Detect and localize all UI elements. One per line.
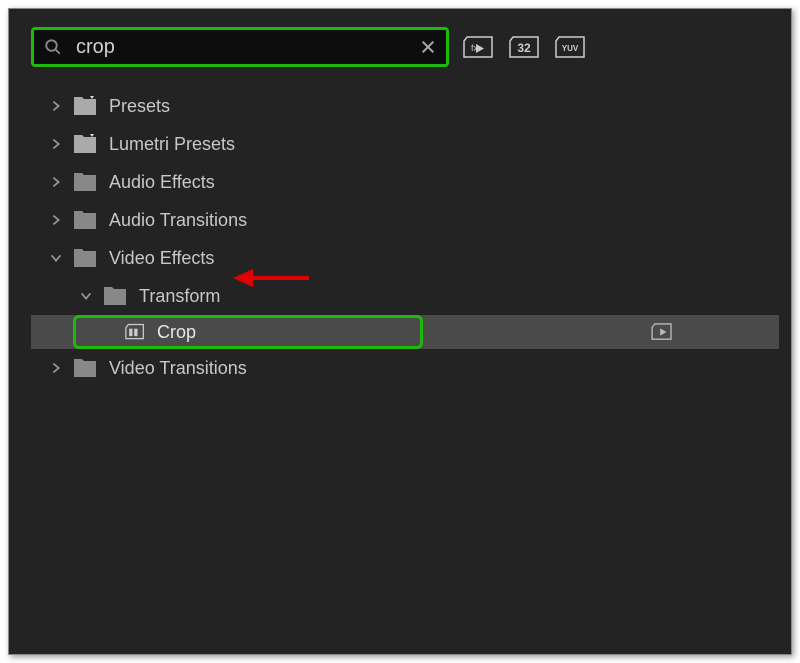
accelerated-effects-icon[interactable]: fx (463, 35, 495, 59)
chevron-down-icon (79, 289, 93, 303)
effects-tree: Presets Lumetri Presets Audio Effects Au… (31, 87, 779, 387)
tree-label: Video Effects (109, 248, 214, 269)
effects-panel: fx 32 YUV Prese (8, 8, 792, 655)
accelerated-badge-icon (651, 323, 673, 341)
chevron-right-icon (49, 137, 63, 151)
svg-text:fx: fx (471, 43, 479, 53)
svg-text:32: 32 (517, 41, 531, 55)
chevron-right-icon (49, 361, 63, 375)
folder-icon (103, 286, 127, 306)
folder-icon (73, 358, 97, 378)
folder-icon (73, 248, 97, 268)
top-toolbar: fx 32 YUV (31, 27, 779, 67)
tree-label: Transform (139, 286, 220, 307)
chevron-right-icon (49, 175, 63, 189)
chevron-right-icon (49, 213, 63, 227)
tree-item-audio-effects[interactable]: Audio Effects (31, 163, 779, 201)
clear-search-icon[interactable] (420, 39, 436, 55)
tree-item-audio-transitions[interactable]: Audio Transitions (31, 201, 779, 239)
tree-item-crop[interactable]: Crop (31, 315, 779, 349)
filter-icons: fx 32 YUV (463, 35, 587, 59)
yuv-effects-icon[interactable]: YUV (555, 35, 587, 59)
preset-folder-icon (73, 96, 97, 116)
folder-icon (73, 172, 97, 192)
tree-item-video-effects[interactable]: Video Effects (31, 239, 779, 277)
chevron-down-icon (49, 251, 63, 265)
tree-label: Audio Transitions (109, 210, 247, 231)
tree-label: Presets (109, 96, 170, 117)
32bit-effects-icon[interactable]: 32 (509, 35, 541, 59)
effect-icon (125, 323, 145, 341)
tree-item-lumetri-presets[interactable]: Lumetri Presets (31, 125, 779, 163)
preset-folder-icon (73, 134, 97, 154)
tree-label: Crop (157, 322, 196, 343)
folder-icon (73, 210, 97, 230)
tree-label: Lumetri Presets (109, 134, 235, 155)
tree-item-presets[interactable]: Presets (31, 87, 779, 125)
search-input[interactable] (76, 36, 420, 59)
tree-item-video-transitions[interactable]: Video Transitions (31, 349, 779, 387)
search-box (31, 27, 449, 67)
chevron-right-icon (49, 99, 63, 113)
tree-label: Audio Effects (109, 172, 215, 193)
svg-text:YUV: YUV (562, 44, 579, 53)
tree-label: Video Transitions (109, 358, 247, 379)
tree-item-transform[interactable]: Transform (31, 277, 779, 315)
search-icon (44, 38, 62, 56)
